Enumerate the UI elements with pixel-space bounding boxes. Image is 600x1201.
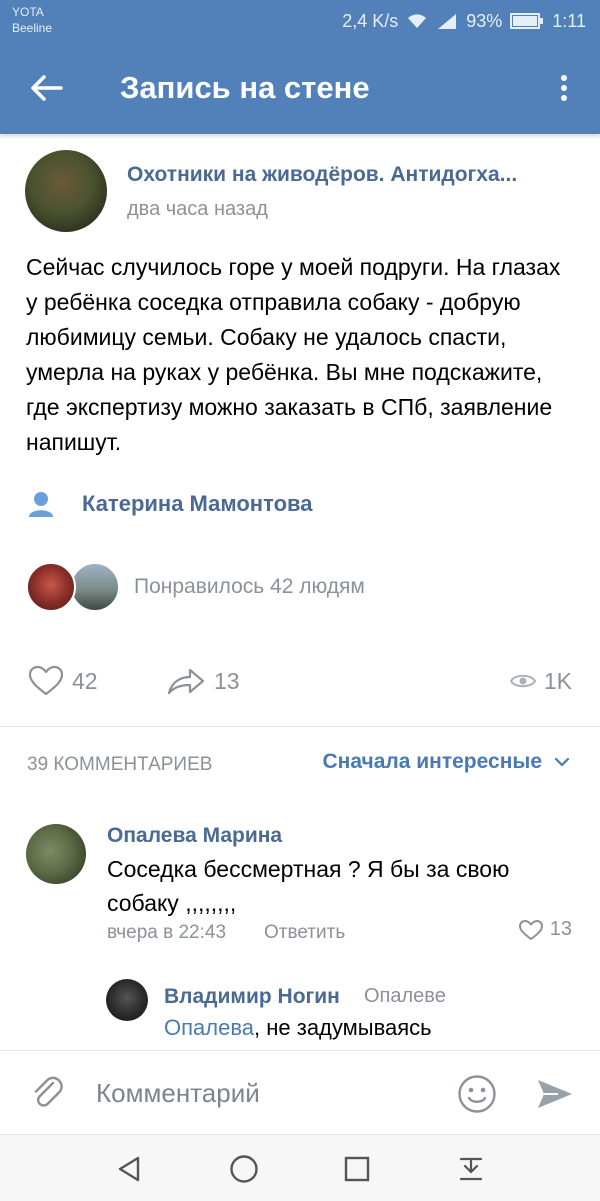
reply-button[interactable]: Ответить bbox=[264, 922, 345, 944]
paperclip-icon bbox=[34, 1076, 63, 1107]
status-bar: YOTA Beeline 2,4 K/s 93% 1:11 bbox=[0, 0, 600, 42]
send-button[interactable] bbox=[534, 1073, 576, 1115]
views-indicator: 1K bbox=[509, 658, 572, 704]
liked-by-row[interactable]: Понравилось 42 людям bbox=[26, 562, 365, 612]
network-speed: 2,4 K/s bbox=[342, 10, 399, 31]
signal-icon bbox=[436, 12, 458, 30]
liker-avatar bbox=[26, 562, 76, 612]
page-title: Запись на стене bbox=[120, 70, 370, 105]
comment-like-button[interactable]: 13 bbox=[518, 918, 572, 941]
post-author[interactable]: Охотники на живодёров. Антидогха... bbox=[127, 163, 572, 187]
eye-icon bbox=[509, 674, 536, 688]
liked-by-text: Понравилось 42 людям bbox=[134, 575, 365, 598]
heart-icon bbox=[28, 665, 64, 696]
emoji-button[interactable] bbox=[456, 1073, 498, 1115]
views-count: 1K bbox=[543, 667, 572, 694]
signer-name: Катерина Мамонтова bbox=[82, 491, 313, 516]
post-text: Сейчас случилось горе у моей подруги. На… bbox=[26, 254, 561, 455]
nav-recent-icon bbox=[344, 1156, 370, 1182]
nav-home-button[interactable] bbox=[224, 1149, 264, 1189]
comments-header: 39 КОММЕНТАРИЕВ Сначала интересные bbox=[0, 745, 600, 785]
nav-home-icon bbox=[230, 1155, 258, 1183]
comment-body: , не задумываясь bbox=[254, 1015, 432, 1040]
battery-icon bbox=[510, 13, 544, 29]
more-vertical-icon bbox=[561, 75, 567, 101]
comment-composer bbox=[0, 1050, 600, 1135]
more-menu-button[interactable] bbox=[554, 68, 574, 108]
carrier-info: YOTA Beeline bbox=[12, 4, 52, 36]
comment-like-count: 13 bbox=[549, 918, 572, 940]
comment: Опалева Марина Соседка бессмертная ? Я б… bbox=[0, 820, 600, 950]
nav-back-icon bbox=[118, 1156, 140, 1182]
comment-input[interactable] bbox=[96, 1073, 436, 1113]
nav-down-button[interactable] bbox=[451, 1149, 491, 1189]
nav-down-icon bbox=[459, 1157, 483, 1181]
carrier-2: Beeline bbox=[12, 21, 53, 35]
app-toolbar: Запись на стене bbox=[0, 42, 600, 134]
battery-percent: 93% bbox=[466, 10, 503, 31]
sort-label: Сначала интересные bbox=[322, 750, 543, 773]
back-arrow-icon bbox=[31, 75, 63, 101]
attach-button[interactable] bbox=[28, 1073, 68, 1113]
reply-to[interactable]: Опалеве bbox=[364, 985, 446, 1008]
nav-back-button[interactable] bbox=[109, 1149, 149, 1189]
liker-avatar bbox=[70, 562, 120, 612]
share-icon bbox=[167, 668, 205, 695]
heart-icon bbox=[518, 919, 543, 940]
comments-count: 39 КОММЕНТАРИЕВ bbox=[27, 754, 213, 775]
chevron-down-icon bbox=[554, 757, 570, 767]
post-time: два часа назад bbox=[127, 198, 268, 220]
like-button[interactable]: 42 bbox=[28, 658, 98, 704]
back-button[interactable] bbox=[24, 68, 68, 108]
comments-sort-dropdown[interactable]: Сначала интересные bbox=[323, 750, 571, 774]
divider bbox=[0, 726, 600, 727]
mention-link[interactable]: Опалева bbox=[164, 1015, 254, 1040]
comment-text: Опалева, не задумываясь bbox=[164, 1015, 432, 1041]
commenter-name[interactable]: Опалева Марина bbox=[107, 824, 282, 848]
share-count: 13 bbox=[214, 667, 240, 694]
clock: 1:11 bbox=[552, 10, 586, 31]
wifi-icon bbox=[406, 12, 428, 30]
emoji-icon bbox=[458, 1075, 496, 1113]
post-actions: 42 13 1K bbox=[0, 658, 600, 704]
send-icon bbox=[538, 1080, 572, 1108]
comment-reply: Владимир Ногин Опалеве Опалева, не задум… bbox=[0, 975, 600, 1055]
commenter-name[interactable]: Владимир Ногин bbox=[164, 985, 340, 1009]
person-icon bbox=[29, 492, 53, 517]
system-nav-bar bbox=[0, 1134, 600, 1201]
comment-time: вчера в 22:43 bbox=[107, 922, 227, 943]
nav-recent-button[interactable] bbox=[337, 1149, 377, 1189]
like-count: 42 bbox=[72, 667, 98, 694]
commenter-avatar[interactable] bbox=[106, 979, 148, 1021]
comment-text: Соседка бессмертная ? Я бы за свою собак… bbox=[107, 856, 510, 916]
share-button[interactable]: 13 bbox=[166, 658, 240, 704]
post-signer[interactable]: Катерина Мамонтова bbox=[26, 488, 312, 520]
status-indicators: 2,4 K/s 93% 1:11 bbox=[342, 9, 586, 33]
commenter-avatar[interactable] bbox=[26, 824, 86, 884]
carrier-1: YOTA bbox=[12, 5, 44, 19]
group-avatar[interactable] bbox=[25, 150, 107, 232]
